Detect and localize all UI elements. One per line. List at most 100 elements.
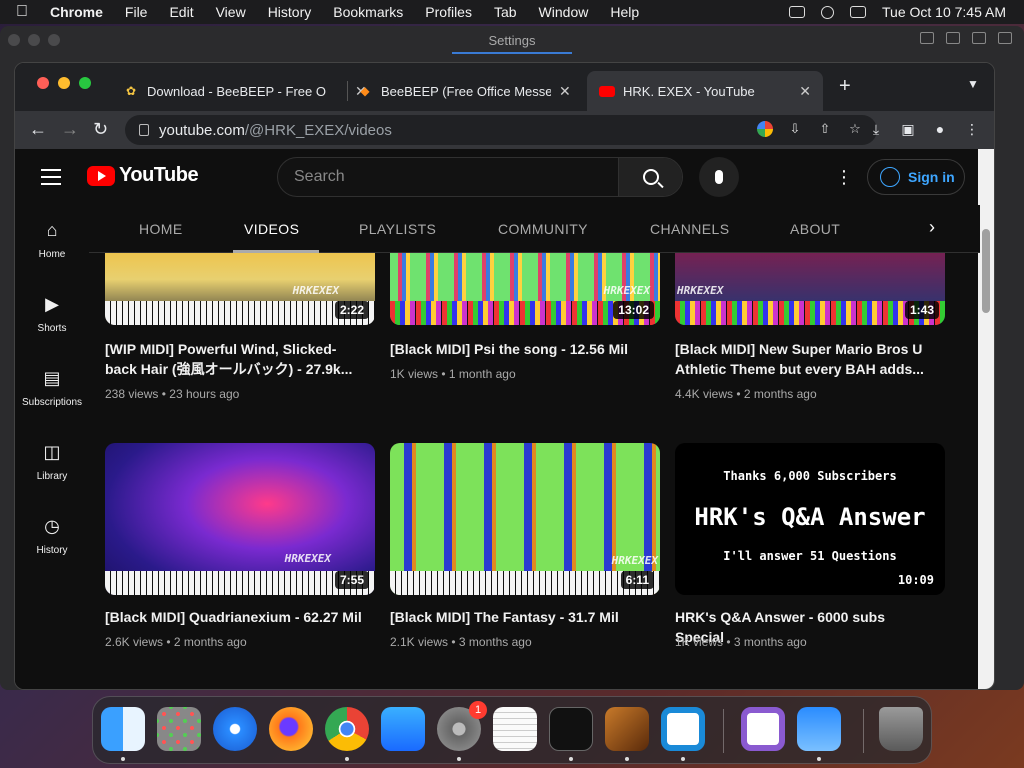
menu-bookmarks[interactable]: Bookmarks bbox=[333, 4, 403, 20]
menu-hamburger-icon[interactable] bbox=[41, 169, 61, 190]
screen-mirroring-icon[interactable] bbox=[789, 6, 805, 18]
zoom-window-button[interactable] bbox=[79, 77, 91, 89]
nav-shorts[interactable]: ▶ Shorts bbox=[15, 279, 89, 353]
video-thumbnail[interactable]: HRKEXEX 2:22 bbox=[105, 253, 375, 325]
menu-view[interactable]: View bbox=[216, 4, 246, 20]
reload-button[interactable]: ↻ bbox=[93, 119, 108, 140]
voice-search-button[interactable] bbox=[699, 157, 739, 197]
video-title[interactable]: [Black MIDI] The Fantasy - 31.7 Mil bbox=[390, 607, 652, 627]
menu-window[interactable]: Window bbox=[539, 4, 589, 20]
zoom-dot[interactable] bbox=[48, 34, 60, 46]
tab-channels[interactable]: CHANNELS bbox=[650, 221, 729, 237]
meta-separator: • bbox=[161, 387, 166, 401]
video-title[interactable]: [Black MIDI] New Super Mario Bros U Athl… bbox=[675, 339, 937, 379]
tab-community[interactable]: COMMUNITY bbox=[498, 221, 588, 237]
video-thumbnail[interactable]: HRKEXEX 6:11 bbox=[390, 443, 660, 595]
close-window-button[interactable] bbox=[37, 77, 49, 89]
weather-icon[interactable] bbox=[797, 707, 841, 751]
profile-icon[interactable]: ● bbox=[932, 121, 948, 137]
nav-subscriptions[interactable]: ▤ Subscriptions bbox=[15, 353, 89, 427]
tab-home[interactable]: HOME bbox=[139, 221, 183, 237]
search-input[interactable] bbox=[278, 158, 620, 196]
nav-library[interactable]: ◫ Library bbox=[15, 427, 89, 501]
page-scrollbar[interactable] bbox=[978, 149, 994, 689]
launchpad-icon[interactable] bbox=[157, 707, 201, 751]
sidebar-icon[interactable] bbox=[920, 32, 934, 44]
chrome-window: ✿ Download - BeeBEEP - Free O ✕ ◆ BeeBEE… bbox=[14, 62, 995, 690]
close-dot[interactable] bbox=[8, 34, 20, 46]
video-thumbnail[interactable]: HRKEXEX 7:55 bbox=[105, 443, 375, 595]
panel-icon[interactable] bbox=[946, 32, 960, 44]
settings-kebab-icon[interactable]: ⋮ bbox=[835, 167, 853, 188]
watermark: HRKEXEX bbox=[611, 554, 658, 567]
chrome-menu-icon[interactable]: ⋮ bbox=[964, 121, 980, 137]
layout-icon[interactable] bbox=[998, 32, 1012, 44]
safari-icon[interactable] bbox=[213, 707, 257, 751]
garageband-icon[interactable] bbox=[605, 707, 649, 751]
tab-videos[interactable]: VIDEOS bbox=[244, 221, 299, 237]
chrome-icon[interactable] bbox=[325, 707, 369, 751]
bookmark-star-icon[interactable]: ☆ bbox=[847, 121, 863, 137]
menu-file[interactable]: File bbox=[125, 4, 148, 20]
menu-edit[interactable]: Edit bbox=[169, 4, 193, 20]
tab-search-chevron-icon[interactable]: ▼ bbox=[967, 77, 979, 91]
watermark: HRKEXEX bbox=[292, 284, 339, 297]
address-bar[interactable]: youtube.com/@HRK_EXEX/videos ⇩ ⇧ ☆ bbox=[125, 115, 877, 145]
split-icon[interactable] bbox=[972, 32, 986, 44]
tab-about[interactable]: ABOUT bbox=[790, 221, 840, 237]
downloads-icon[interactable]: ⤓ bbox=[868, 121, 884, 137]
menu-history[interactable]: History bbox=[268, 4, 312, 20]
forward-button[interactable]: → bbox=[61, 119, 79, 140]
youtube-logo[interactable]: YouTube bbox=[87, 164, 199, 187]
tab-title: HRK. EXEX - YouTube bbox=[623, 83, 755, 99]
tab-beebeep-messenger[interactable]: ◆ BeeBEEP (Free Office Messen ✕ bbox=[345, 71, 583, 111]
terminal-icon[interactable] bbox=[549, 707, 593, 751]
firefox-icon[interactable] bbox=[269, 707, 313, 751]
textedit-icon[interactable] bbox=[493, 707, 537, 751]
video-title[interactable]: [Black MIDI] Quadrianexium - 62.27 Mil bbox=[105, 607, 367, 627]
app-store-icon[interactable] bbox=[381, 707, 425, 751]
close-tab-icon[interactable]: ✕ bbox=[559, 83, 571, 100]
finder-icon[interactable] bbox=[101, 707, 145, 751]
close-tab-icon[interactable]: ✕ bbox=[799, 83, 811, 100]
tab-playlists[interactable]: PLAYLISTS bbox=[359, 221, 436, 237]
video-thumbnail[interactable]: HRKEXEX 13:02 bbox=[390, 253, 660, 325]
video-thumbnail[interactable]: Thanks 6,000 Subscribers HRK's Q&A Answe… bbox=[675, 443, 945, 595]
scrollbar-thumb[interactable] bbox=[982, 229, 990, 313]
search-button[interactable] bbox=[618, 158, 682, 196]
nav-home[interactable]: ⌂ Home bbox=[15, 205, 89, 279]
control-center-icon[interactable] bbox=[850, 6, 866, 18]
chevron-right-icon[interactable]: › bbox=[929, 217, 935, 238]
minimize-window-button[interactable] bbox=[58, 77, 70, 89]
share-icon[interactable]: ⇧ bbox=[817, 121, 833, 137]
nav-history[interactable]: ◷ History bbox=[15, 501, 89, 575]
menu-profiles[interactable]: Profiles bbox=[425, 4, 472, 20]
google-lens-icon[interactable] bbox=[757, 121, 773, 137]
menu-app-name[interactable]: Chrome bbox=[50, 4, 103, 20]
youtube-header: YouTube ⋮ Sign in bbox=[15, 149, 980, 205]
new-tab-button[interactable]: + bbox=[839, 75, 851, 98]
lock-icon[interactable] bbox=[139, 124, 149, 136]
menu-tab[interactable]: Tab bbox=[494, 4, 517, 20]
minimize-dot[interactable] bbox=[28, 34, 40, 46]
video-title[interactable]: [Black MIDI] Psi the song - 12.56 Mil bbox=[390, 339, 652, 359]
video-title[interactable]: [WIP MIDI] Powerful Wind, Slicked-back H… bbox=[105, 339, 367, 379]
apple-icon[interactable]:  bbox=[16, 3, 38, 21]
sign-in-button[interactable]: Sign in bbox=[867, 159, 965, 195]
video-thumbnail[interactable]: HRKEXEX 1:43 bbox=[675, 253, 945, 325]
tab-youtube[interactable]: HRK. EXEX - YouTube ✕ bbox=[587, 71, 823, 111]
install-app-icon[interactable]: ⇩ bbox=[787, 121, 803, 137]
vscode-icon[interactable] bbox=[661, 707, 705, 751]
trash-icon[interactable] bbox=[879, 707, 923, 751]
upload-age: 2 months ago bbox=[743, 387, 817, 401]
visual-studio-icon[interactable] bbox=[741, 707, 785, 751]
menu-help[interactable]: Help bbox=[610, 4, 639, 20]
spotlight-search-icon[interactable] bbox=[821, 5, 834, 19]
back-button[interactable]: ← bbox=[29, 119, 47, 140]
video-grid: HRKEXEX 2:22 [WIP MIDI] Powerful Wind, S… bbox=[105, 253, 965, 689]
video-meta: 238 views • 23 hours ago bbox=[105, 387, 239, 401]
side-panel-icon[interactable]: ▣ bbox=[900, 121, 916, 137]
settings-traffic-lights bbox=[8, 34, 60, 46]
menu-clock[interactable]: Tue Oct 10 7:45 AM bbox=[882, 4, 1006, 20]
tab-beebeep-download[interactable]: ✿ Download - BeeBEEP - Free O ✕ bbox=[111, 71, 379, 111]
